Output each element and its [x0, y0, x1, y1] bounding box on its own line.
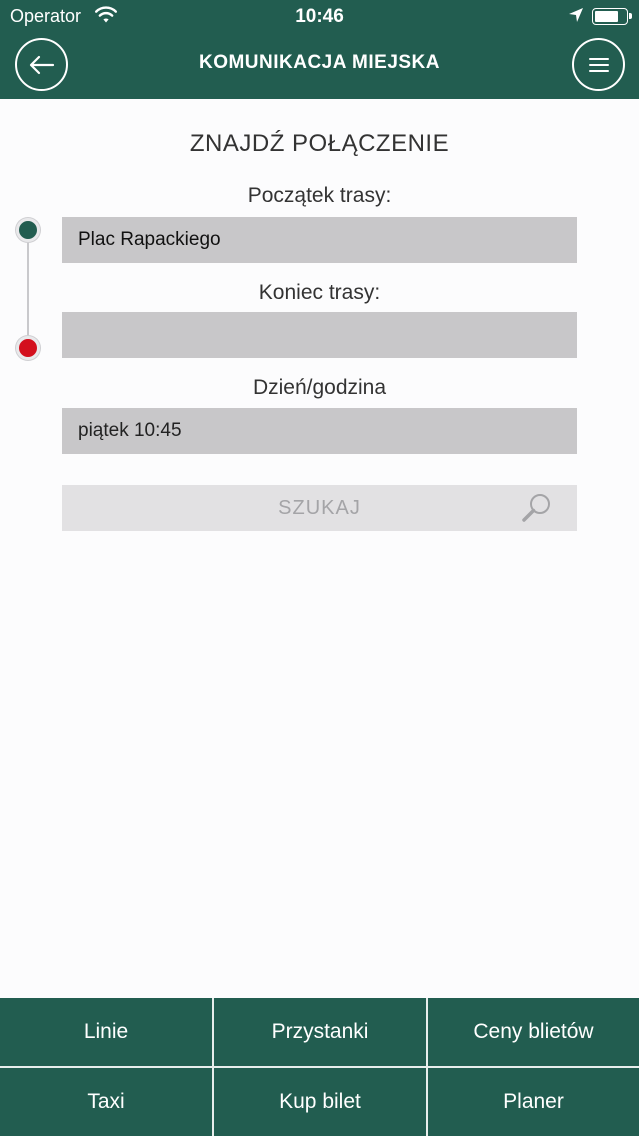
status-bar: Operator 10:46 [0, 0, 639, 34]
menu-item-kup-bilet[interactable]: Kup bilet [214, 1068, 426, 1136]
battery-level [595, 11, 619, 22]
screen: Operator 10:46 KOMUNIKACJA MIEJSKA ZNAJD… [0, 0, 639, 1136]
menu-button[interactable] [572, 38, 625, 91]
end-label: Koniec trasy: [258, 281, 381, 304]
start-label: Początek trasy: [247, 184, 392, 207]
menu-item-planer[interactable]: Planer [428, 1068, 639, 1136]
battery-icon [592, 8, 632, 25]
status-time: 10:46 [295, 6, 344, 27]
end-field[interactable] [62, 312, 577, 358]
hamburger-menu-icon [588, 57, 609, 72]
menu-item-przystanki[interactable]: Przystanki [214, 998, 426, 1066]
location-arrow-icon [569, 8, 583, 22]
menu-item-linie[interactable]: Linie [0, 998, 212, 1066]
back-arrow-icon [29, 55, 54, 74]
datetime-label: Dzień/godzina [252, 376, 387, 399]
header: Operator 10:46 KOMUNIKACJA MIEJSKA [0, 0, 639, 99]
search-button-label: SZUKAJ [278, 496, 361, 519]
route-end-dot [16, 336, 40, 360]
search-icon [522, 494, 550, 522]
bottom-menu: Linie Przystanki Ceny blietów Taxi Kup b… [0, 998, 639, 1136]
search-button[interactable]: SZUKAJ [62, 485, 577, 531]
form-title: ZNAJDŹ POŁĄCZENIE [189, 130, 450, 157]
battery-tip [629, 13, 632, 19]
menu-item-ceny-biletow[interactable]: Ceny blietów [428, 998, 639, 1066]
route-line [27, 236, 29, 344]
menu-item-taxi[interactable]: Taxi [0, 1068, 212, 1136]
route-start-dot [16, 218, 40, 242]
back-button[interactable] [15, 38, 68, 91]
start-field[interactable]: Plac Rapackiego [62, 217, 577, 263]
datetime-field[interactable]: piątek 10:45 [62, 408, 577, 454]
page-title: KOMUNIKACJA MIEJSKA [198, 52, 441, 73]
